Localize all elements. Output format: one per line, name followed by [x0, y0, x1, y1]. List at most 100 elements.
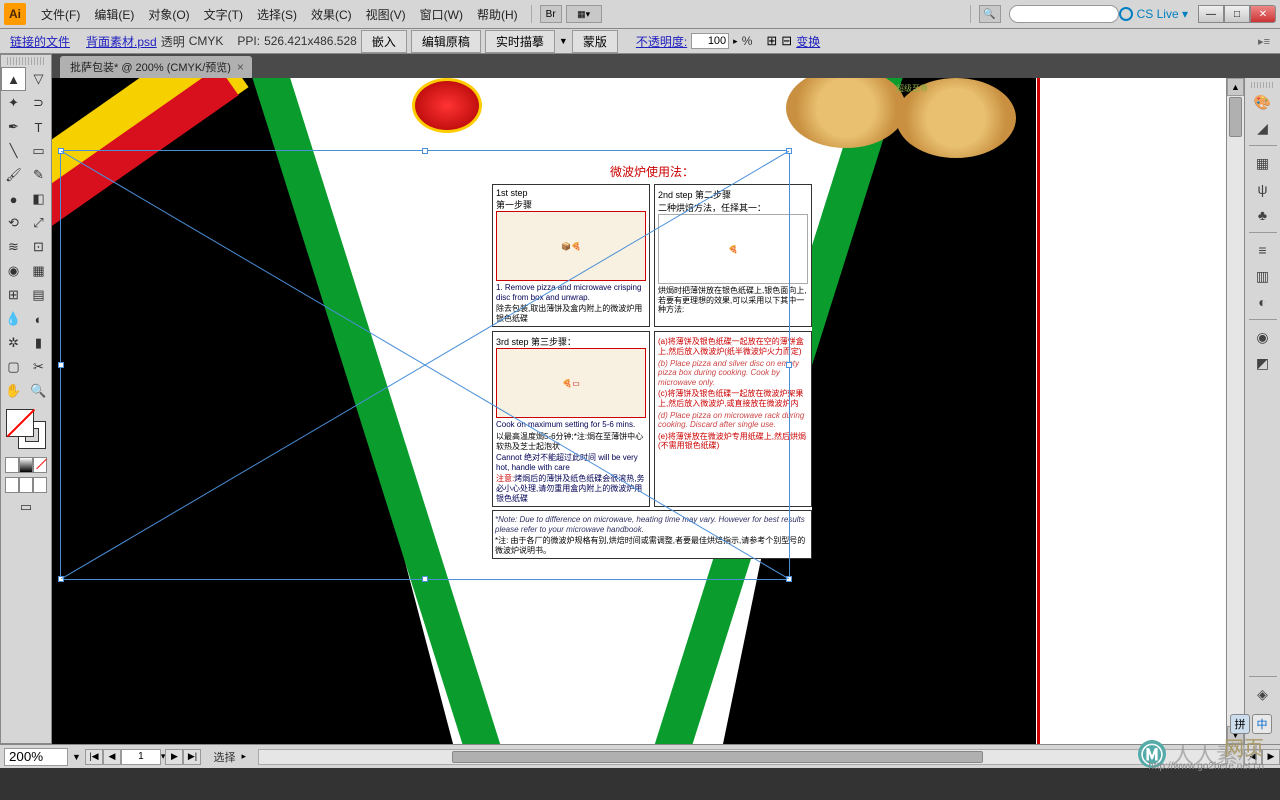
arrange-dropdown[interactable]: ▦▾ [566, 5, 602, 23]
document-tab[interactable]: 批萨包装* @ 200% (CMYK/预览) × [60, 56, 252, 78]
selection-tool[interactable]: ▲ [1, 67, 26, 91]
paintbrush-tool[interactable]: 🖌 [1, 163, 26, 187]
canvas-view[interactable]: 超级至尊 微波炉使用法： 1st step第一步骤 📦🍕 1. Remove p… [52, 78, 1226, 744]
graphic-styles-panel-icon[interactable]: ◩ [1250, 351, 1276, 375]
panel-toggle-icon[interactable]: ▸≡ [1258, 35, 1270, 48]
search-icon[interactable]: 🔍 [979, 5, 1001, 23]
hscroll-right-button[interactable]: ▶ [1262, 749, 1280, 765]
color-panel-icon[interactable]: 🎨 [1250, 90, 1276, 114]
selection-box[interactable] [60, 150, 790, 580]
menu-object[interactable]: 对象(O) [141, 2, 196, 27]
hscroll-thumb[interactable] [452, 751, 983, 763]
appearance-panel-icon[interactable]: ◉ [1250, 325, 1276, 349]
selection-handle-br[interactable] [786, 576, 792, 582]
shape-builder-tool[interactable]: ◉ [1, 259, 26, 283]
vertical-scrollbar[interactable]: ▲ ▼ [1226, 78, 1244, 744]
prev-page-button[interactable]: ◀ [103, 749, 121, 765]
ime-mode-button[interactable]: 拼 [1230, 714, 1250, 734]
bridge-button[interactable]: Br [540, 5, 562, 23]
direct-selection-tool[interactable]: ▽ [26, 67, 51, 91]
swatches-panel-icon[interactable]: ▦ [1250, 151, 1276, 175]
line-tool[interactable]: ╲ [1, 139, 26, 163]
draw-behind[interactable] [19, 477, 33, 493]
selection-handle-mr[interactable] [786, 362, 792, 368]
eraser-tool[interactable]: ◧ [26, 187, 51, 211]
maximize-button[interactable]: □ [1224, 5, 1250, 23]
screen-mode-tool[interactable]: ▭ [1, 495, 51, 519]
gradient-panel-icon[interactable]: ▥ [1250, 264, 1276, 288]
zoom-select[interactable] [4, 748, 68, 766]
color-mode-gradient[interactable] [19, 457, 33, 473]
magic-wand-tool[interactable]: ✦ [1, 91, 26, 115]
vscroll-track[interactable] [1227, 96, 1244, 726]
scale-tool[interactable]: ⤢ [26, 211, 51, 235]
menu-effect[interactable]: 效果(C) [304, 2, 359, 27]
selection-handle-tl[interactable] [58, 148, 64, 154]
symbol-sprayer-tool[interactable]: ✲ [1, 331, 26, 355]
gradient-tool[interactable]: ▤ [26, 283, 51, 307]
brushes-panel-icon[interactable]: ψ [1250, 177, 1276, 201]
opacity-label[interactable]: 不透明度: [636, 33, 687, 50]
perspective-tool[interactable]: ▦ [26, 259, 51, 283]
menu-edit[interactable]: 编辑(E) [87, 2, 141, 27]
blob-brush-tool[interactable]: ● [1, 187, 26, 211]
linked-filename[interactable]: 背面素材.psd [86, 33, 157, 50]
close-button[interactable]: ✕ [1250, 5, 1276, 23]
next-page-button[interactable]: ▶ [165, 749, 183, 765]
graph-tool[interactable]: ▮ [26, 331, 51, 355]
last-page-button[interactable]: ▶| [183, 749, 201, 765]
menu-view[interactable]: 视图(V) [359, 2, 413, 27]
lasso-tool[interactable]: ⊃ [26, 91, 51, 115]
selection-handle-bm[interactable] [422, 576, 428, 582]
rotate-tool[interactable]: ⟲ [1, 211, 26, 235]
menu-select[interactable]: 选择(S) [250, 2, 304, 27]
slice-tool[interactable]: ✂ [26, 355, 51, 379]
color-guide-panel-icon[interactable]: ◢ [1250, 116, 1276, 140]
selection-handle-bl[interactable] [58, 576, 64, 582]
live-trace-button[interactable]: 实时描摹 [485, 30, 555, 53]
width-tool[interactable]: ≋ [1, 235, 26, 259]
color-mode-none[interactable] [33, 457, 47, 473]
blend-tool[interactable]: ◐ [26, 307, 51, 331]
scroll-up-button[interactable]: ▲ [1227, 78, 1244, 96]
transform-link[interactable]: 变换 [796, 33, 820, 50]
horizontal-scrollbar[interactable] [258, 749, 1226, 765]
embed-button[interactable]: 嵌入 [361, 30, 407, 53]
symbols-panel-icon[interactable]: ♣ [1250, 203, 1276, 227]
menu-type[interactable]: 文字(T) [197, 2, 250, 27]
opacity-input[interactable] [691, 33, 729, 49]
selection-handle-tr[interactable] [786, 148, 792, 154]
menu-file[interactable]: 文件(F) [34, 2, 87, 27]
hand-tool[interactable]: ✋ [1, 379, 26, 403]
pencil-tool[interactable]: ✎ [26, 163, 51, 187]
fill-stroke-swatch[interactable] [6, 409, 46, 449]
pen-tool[interactable]: ✒ [1, 115, 26, 139]
tab-close-icon[interactable]: × [237, 60, 244, 74]
selection-handle-tm[interactable] [422, 148, 428, 154]
linked-file-label[interactable]: 链接的文件 [10, 33, 70, 50]
artboard-tool[interactable]: ▢ [1, 355, 26, 379]
draw-inside[interactable] [33, 477, 47, 493]
draw-normal[interactable] [5, 477, 19, 493]
menu-window[interactable]: 窗口(W) [413, 2, 470, 27]
search-input[interactable] [1009, 5, 1119, 23]
stroke-panel-icon[interactable]: ≡ [1250, 238, 1276, 262]
zoom-tool[interactable]: 🔍 [26, 379, 51, 403]
vscroll-thumb[interactable] [1229, 97, 1242, 137]
edit-original-button[interactable]: 编辑原稿 [411, 30, 481, 53]
rectangle-tool[interactable]: ▭ [26, 139, 51, 163]
cslive-menu[interactable]: CS Live ▾ [1119, 7, 1188, 21]
free-transform-tool[interactable]: ⊡ [26, 235, 51, 259]
page-input[interactable] [121, 749, 161, 765]
type-tool[interactable]: T [26, 115, 51, 139]
toolbox-grip[interactable] [7, 57, 45, 65]
mesh-tool[interactable]: ⊞ [1, 283, 26, 307]
align-icon[interactable]: ⊞ [766, 33, 777, 49]
color-mode-color[interactable] [5, 457, 19, 473]
selection-handle-ml[interactable] [58, 362, 64, 368]
transparency-panel-icon[interactable]: ◐ [1250, 290, 1276, 314]
ime-lang-button[interactable]: 中 [1252, 714, 1272, 734]
minimize-button[interactable]: — [1198, 5, 1224, 23]
mask-button[interactable]: 蒙版 [572, 30, 618, 53]
panel-grip[interactable] [1251, 82, 1275, 88]
